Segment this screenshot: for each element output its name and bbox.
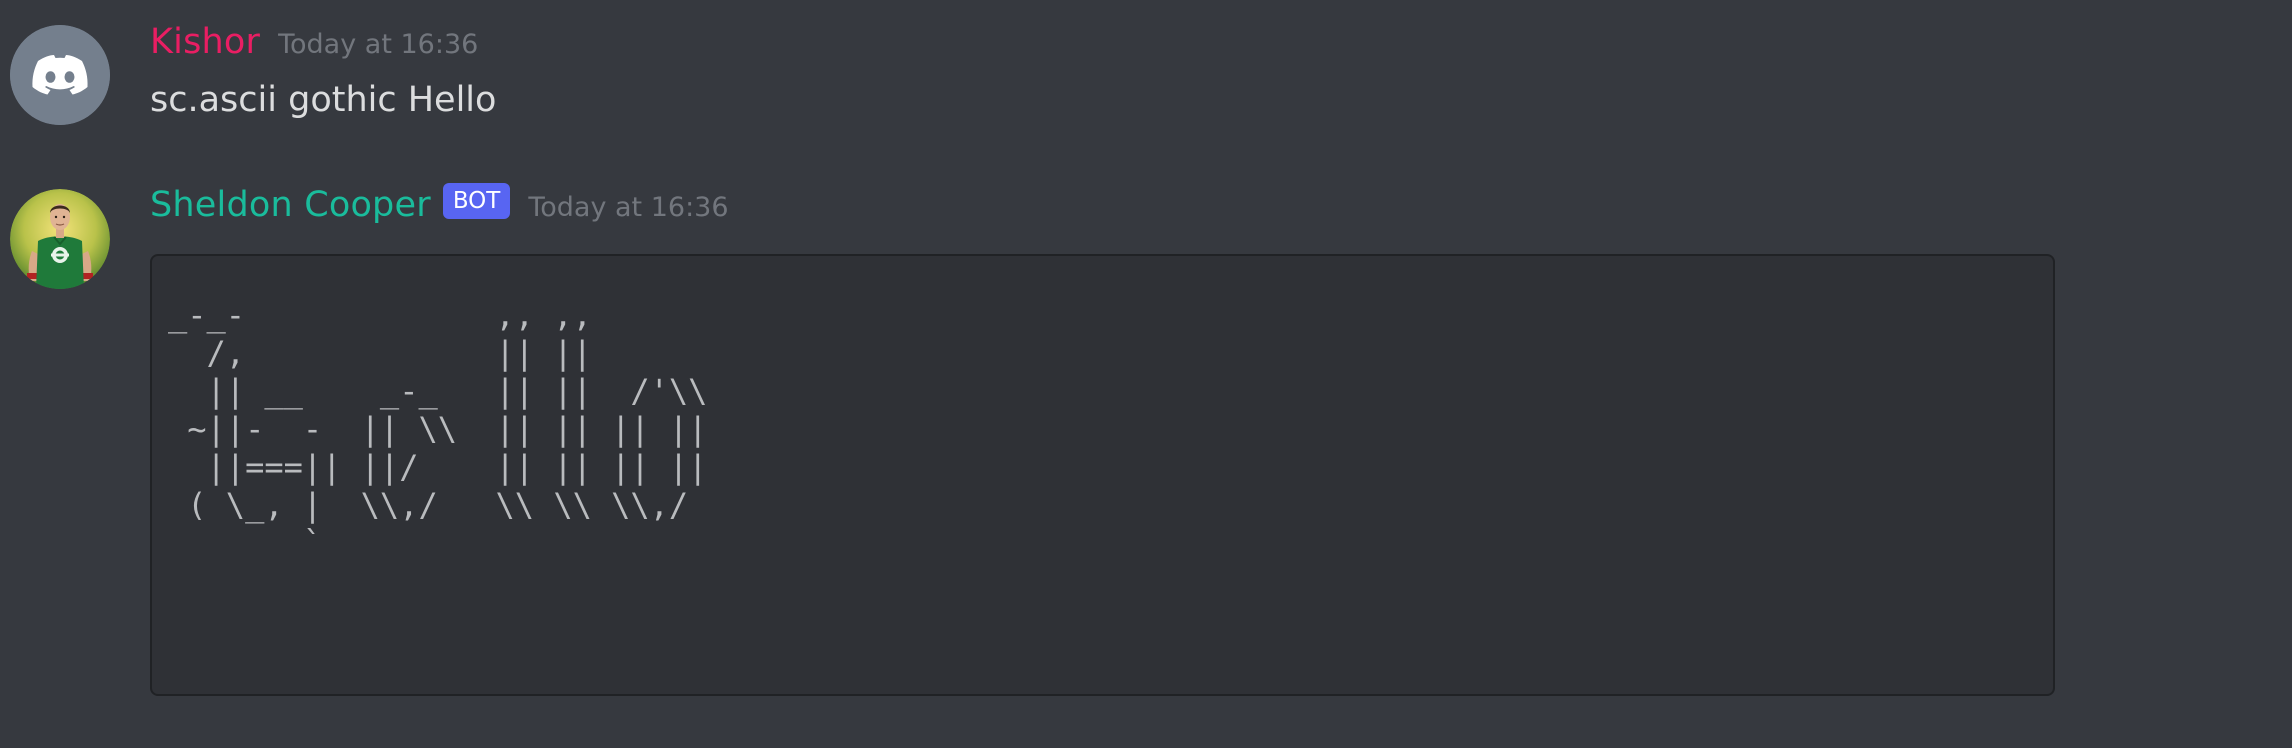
chat-messages: Kishor Today at 16:36 sc.ascii gothic He…: [0, 0, 2292, 748]
ascii-art: _-_- ,, ,, /, || || || __ _-_ || || /'\\…: [168, 296, 708, 562]
message-header: Sheldon Cooper BOT Today at 16:36: [150, 183, 729, 225]
username[interactable]: Sheldon Cooper: [150, 185, 431, 225]
username[interactable]: Kishor: [150, 22, 260, 62]
code-block: _-_- ,, ,, /, || || || __ _-_ || || /'\\…: [150, 254, 2055, 696]
timestamp: Today at 16:36: [528, 192, 729, 223]
avatar[interactable]: [10, 25, 110, 125]
timestamp: Today at 16:36: [278, 29, 479, 60]
bot-tag: BOT: [442, 183, 511, 219]
discord-logo-icon: [10, 25, 110, 125]
message-header: Kishor Today at 16:36: [150, 22, 478, 62]
avatar[interactable]: [10, 189, 110, 289]
message-content: sc.ascii gothic Hello: [150, 80, 497, 120]
sheldon-avatar-image: [10, 189, 110, 289]
